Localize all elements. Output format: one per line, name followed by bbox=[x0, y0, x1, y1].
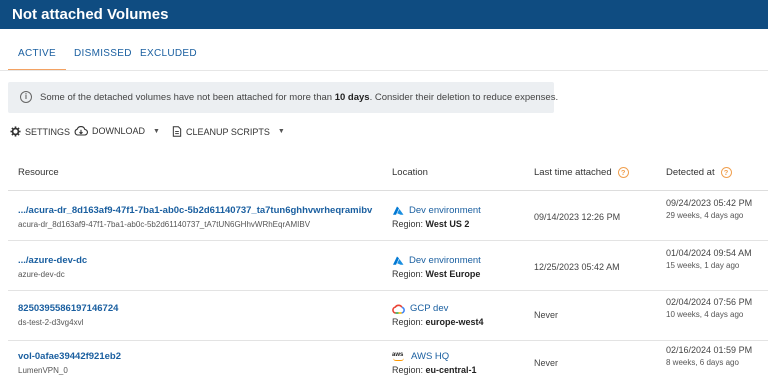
region-label: Region: bbox=[392, 365, 424, 375]
location-cell: Dev environment Region: West Europe bbox=[392, 255, 481, 279]
tab-dismissed[interactable]: DISMISSED bbox=[74, 40, 131, 71]
resource-link[interactable]: 8250395586197146724 bbox=[18, 303, 118, 314]
table-row: 8250395586197146724 ds-test-2-d3vg4xvl G… bbox=[8, 292, 768, 341]
resource-link[interactable]: vol-0afae39442f921eb2 bbox=[18, 351, 121, 362]
last-attached-value: 09/14/2023 12:26 PM bbox=[534, 212, 621, 222]
cleanup-scripts-button[interactable]: CLEANUP SCRIPTS ▼ bbox=[172, 126, 285, 137]
detected-value: 02/04/2024 07:56 PM bbox=[666, 297, 753, 307]
resource-subtitle: LumenVPN_0 bbox=[18, 366, 68, 375]
alert-text-before: Some of the detached volumes have not be… bbox=[40, 92, 335, 103]
page-header: Not attached Volumes bbox=[0, 0, 768, 29]
document-icon bbox=[172, 126, 182, 137]
last-attached-value: Never bbox=[534, 358, 559, 368]
location-name: Dev environment bbox=[409, 205, 481, 216]
azure-icon bbox=[393, 256, 404, 265]
info-icon: i bbox=[20, 91, 32, 103]
detected-ago: 10 weeks, 4 days ago bbox=[666, 310, 744, 319]
detected-ago: 29 weeks, 4 days ago bbox=[666, 211, 744, 220]
download-button[interactable]: DOWNLOAD ▼ bbox=[74, 126, 160, 136]
region-text: Region: europe-west4 bbox=[392, 317, 484, 327]
region-value: West Europe bbox=[425, 269, 481, 279]
column-header-resource[interactable]: Resource bbox=[18, 167, 59, 178]
tab-excluded[interactable]: EXCLUDED bbox=[140, 40, 197, 71]
region-label: Region: bbox=[392, 219, 424, 229]
last-attached-value: 12/25/2023 05:42 AM bbox=[534, 262, 620, 272]
region-value: eu-central-1 bbox=[425, 365, 477, 375]
resource-link[interactable]: .../azure-dev-dc bbox=[18, 255, 87, 266]
location-cell: Dev environment Region: West US 2 bbox=[392, 205, 481, 229]
resource-cell: .../azure-dev-dc azure-dev-dc bbox=[18, 255, 87, 279]
detected-value: 01/04/2024 09:54 AM bbox=[666, 248, 752, 258]
detected-ago: 15 weeks, 1 day ago bbox=[666, 261, 740, 270]
location-name: Dev environment bbox=[409, 255, 481, 266]
location-name: AWS HQ bbox=[411, 351, 450, 362]
table-row: vol-0afae39442f921eb2 LumenVPN_0 aws AWS… bbox=[8, 342, 768, 384]
resource-subtitle: azure-dev-dc bbox=[18, 270, 65, 279]
detected-cell: 02/16/2024 01:59 PM 8 weeks, 6 days ago bbox=[666, 344, 766, 367]
location-cell: GCP dev Region: europe-west4 bbox=[392, 303, 484, 327]
location-link[interactable]: Dev environment bbox=[392, 255, 481, 266]
location-link[interactable]: GCP dev bbox=[392, 303, 484, 314]
region-text: Region: eu-central-1 bbox=[392, 365, 477, 375]
page-title: Not attached Volumes bbox=[12, 6, 169, 23]
column-header-resource-label: Resource bbox=[18, 167, 59, 178]
table-row: .../acura-dr_8d163af9-47f1-7ba1-ab0c-5b2… bbox=[8, 191, 768, 241]
cleanup-label: CLEANUP SCRIPTS bbox=[186, 126, 270, 137]
region-label: Region: bbox=[392, 269, 424, 279]
location-name: GCP dev bbox=[410, 303, 449, 314]
column-header-location[interactable]: Location bbox=[392, 167, 428, 178]
help-icon[interactable]: ? bbox=[617, 167, 629, 178]
aws-icon: aws bbox=[392, 352, 406, 361]
resource-subtitle: ds-test-2-d3vg4xvl bbox=[18, 318, 84, 327]
table-row: .../azure-dev-dc azure-dev-dc Dev enviro… bbox=[8, 242, 768, 291]
settings-button[interactable]: SETTINGS bbox=[10, 126, 70, 137]
chevron-down-icon: ▼ bbox=[277, 128, 285, 135]
settings-label: SETTINGS bbox=[25, 126, 71, 137]
region-value: europe-west4 bbox=[425, 317, 484, 327]
resource-cell: 8250395586197146724 ds-test-2-d3vg4xvl bbox=[18, 303, 118, 327]
resource-cell: .../acura-dr_8d163af9-47f1-7ba1-ab0c-5b2… bbox=[18, 205, 372, 229]
alert-message: Some of the detached volumes have not be… bbox=[40, 92, 558, 103]
info-alert: i Some of the detached volumes have not … bbox=[8, 82, 558, 113]
resource-cell: vol-0afae39442f921eb2 LumenVPN_0 bbox=[18, 351, 121, 375]
detected-cell: 09/24/2023 05:42 PM 29 weeks, 4 days ago bbox=[666, 197, 766, 220]
region-text: Region: West Europe bbox=[392, 269, 481, 279]
location-cell: aws AWS HQ Region: eu-central-1 bbox=[392, 351, 477, 375]
detected-value: 09/24/2023 05:42 PM bbox=[666, 198, 753, 208]
column-header-last-attached-label: Last time attached bbox=[534, 167, 612, 178]
azure-icon bbox=[393, 206, 404, 215]
column-header-detected-label: Detected at bbox=[666, 167, 715, 178]
alert-highlight: 10 days bbox=[334, 92, 370, 103]
help-icon[interactable]: ? bbox=[720, 167, 732, 178]
detected-ago: 8 weeks, 6 days ago bbox=[666, 358, 739, 367]
detected-value: 02/16/2024 01:59 PM bbox=[666, 345, 753, 355]
location-link[interactable]: aws AWS HQ bbox=[392, 351, 477, 362]
region-label: Region: bbox=[392, 317, 424, 327]
tab-active[interactable]: ACTIVE bbox=[8, 40, 66, 71]
detected-cell: 01/04/2024 09:54 AM 15 weeks, 1 day ago bbox=[666, 247, 766, 270]
cloud-download-icon bbox=[74, 126, 88, 136]
last-attached-value: Never bbox=[534, 310, 559, 320]
column-header-detected-at[interactable]: Detected at? bbox=[666, 167, 732, 178]
gear-icon bbox=[10, 126, 21, 137]
detected-cell: 02/04/2024 07:56 PM 10 weeks, 4 days ago bbox=[666, 296, 766, 319]
download-label: DOWNLOAD bbox=[92, 126, 146, 136]
location-link[interactable]: Dev environment bbox=[392, 205, 481, 216]
chevron-down-icon: ▼ bbox=[153, 127, 160, 135]
gcp-icon bbox=[392, 304, 405, 314]
resource-link[interactable]: .../acura-dr_8d163af9-47f1-7ba1-ab0c-5b2… bbox=[18, 205, 372, 216]
column-header-last-attached[interactable]: Last time attached? bbox=[534, 167, 629, 178]
region-text: Region: West US 2 bbox=[392, 219, 481, 229]
resource-subtitle: acura-dr_8d163af9-47f1-7ba1-ab0c-5b2d611… bbox=[18, 220, 311, 229]
region-value: West US 2 bbox=[425, 219, 470, 229]
alert-text-after: . Consider their deletion to reduce expe… bbox=[369, 92, 559, 103]
tabs-divider bbox=[0, 70, 768, 71]
column-header-location-label: Location bbox=[392, 167, 428, 178]
